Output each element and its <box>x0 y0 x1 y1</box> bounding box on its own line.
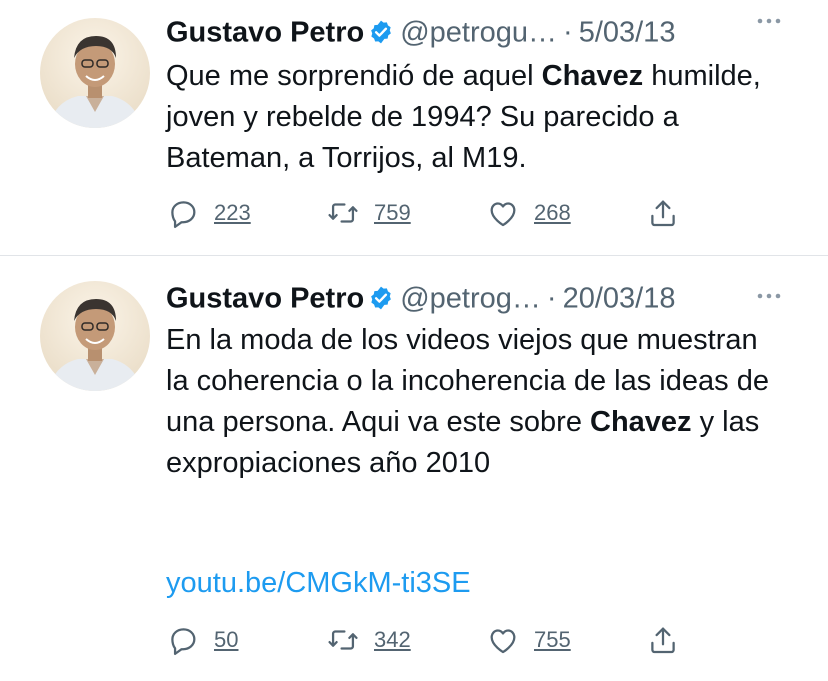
more-options-icon[interactable] <box>754 6 784 36</box>
reply-icon <box>171 201 196 229</box>
tweet-text-bold: Chavez <box>541 60 644 92</box>
tweet-link[interactable]: youtu.be/CMGkM-ti3SE <box>166 567 471 600</box>
like-icon <box>490 629 516 654</box>
retweet-button[interactable]: 759 <box>326 193 411 233</box>
tweet-date[interactable]: 20/03/18 <box>563 282 676 314</box>
tweet-text-bold: Chavez <box>590 406 692 438</box>
retweet-button[interactable]: 342 <box>326 620 411 660</box>
reply-icon <box>171 628 196 656</box>
reply-count[interactable]: 50 <box>214 627 238 653</box>
tweet-actions: 50 342 755 <box>166 620 828 660</box>
tweet-date[interactable]: 5/03/13 <box>579 16 676 48</box>
retweet-icon <box>328 203 358 223</box>
reply-count[interactable]: 223 <box>214 200 251 226</box>
tweet-header: Gustavo Petro @petrog… · 20/03/18 <box>166 277 828 317</box>
author-name[interactable]: Gustavo Petro <box>166 16 364 48</box>
more-options-icon[interactable] <box>754 281 784 311</box>
verified-badge-icon <box>371 20 392 44</box>
share-button[interactable] <box>646 193 680 233</box>
reply-button[interactable]: 50 <box>166 620 238 660</box>
tweet-header: Gustavo Petro @petrogu… · 5/03/13 <box>166 11 828 51</box>
tweet-actions: 223 759 268 <box>166 193 828 233</box>
tweet[interactable]: Gustavo Petro @petrogu… · 5/03/13 Que me so… <box>0 0 828 256</box>
retweet-icon <box>328 630 358 650</box>
reply-button[interactable]: 223 <box>166 193 251 233</box>
avatar[interactable] <box>40 281 150 391</box>
retweet-count[interactable]: 759 <box>374 200 411 226</box>
tweet-text: Que me sorprendió de aquel Chavez humild… <box>166 56 786 179</box>
avatar[interactable] <box>40 18 150 128</box>
share-icon <box>651 627 675 654</box>
author-handle[interactable]: @petrogu… <box>400 16 557 48</box>
author-handle[interactable]: @petrog… <box>400 282 541 314</box>
tweet[interactable]: Gustavo Petro @petrog… · 20/03/18 En la mod… <box>0 257 828 681</box>
tweet-text-part: Que me sorprendió de aquel <box>166 60 542 92</box>
like-icon <box>490 202 516 227</box>
retweet-count[interactable]: 342 <box>374 627 411 653</box>
like-count[interactable]: 268 <box>534 200 571 226</box>
like-button[interactable]: 755 <box>486 620 571 660</box>
like-button[interactable]: 268 <box>486 193 571 233</box>
share-button[interactable] <box>646 620 680 660</box>
author-name[interactable]: Gustavo Petro <box>166 282 364 314</box>
separator-dot: · <box>546 282 557 315</box>
verified-badge-icon <box>371 286 392 310</box>
tweet-text: En la moda de los videos viejos que mues… <box>166 320 786 484</box>
share-icon <box>651 200 675 227</box>
separator-dot: · <box>563 16 573 49</box>
like-count[interactable]: 755 <box>534 627 571 653</box>
